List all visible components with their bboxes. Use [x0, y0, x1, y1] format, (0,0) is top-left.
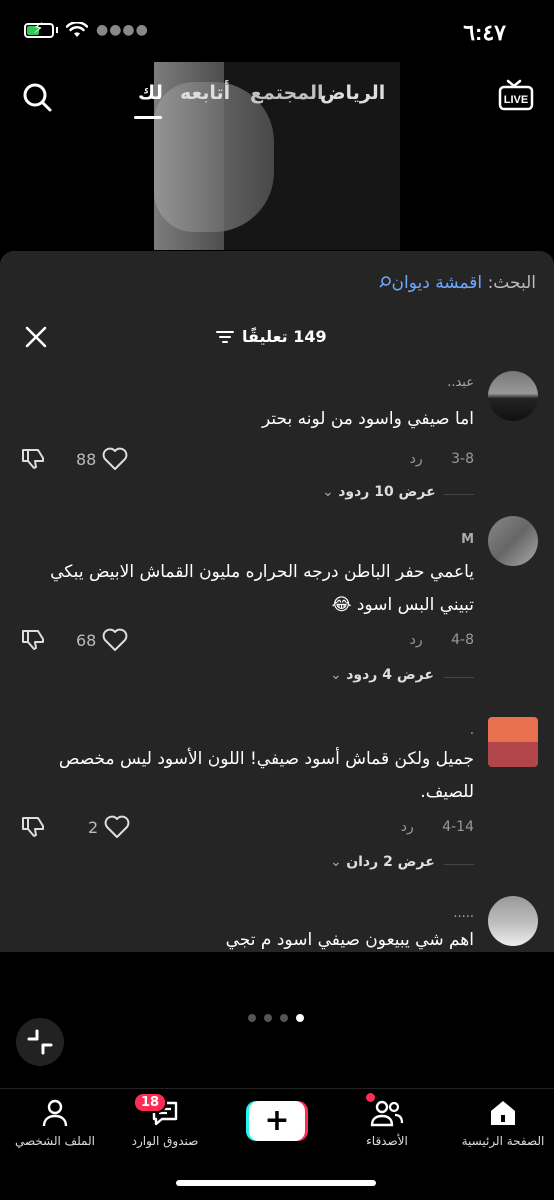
reply-button[interactable]: رد [410, 451, 423, 467]
comment-date: 4-14 [442, 819, 474, 835]
tab-for-you[interactable]: لك [138, 82, 163, 104]
heart-icon[interactable] [102, 628, 128, 652]
friends-icon [370, 1100, 404, 1127]
top-nav: الرياض المجتمع أتابعه لك LIVE [0, 76, 554, 119]
comment-username[interactable]: ..... [453, 906, 474, 921]
view-replies-button[interactable]: عرض 4 ردود ⌄ [330, 667, 434, 683]
like-group[interactable]: 68 [76, 628, 128, 652]
svg-text:LIVE: LIVE [504, 94, 528, 106]
inbox-badge: 18 [133, 1092, 168, 1113]
collapse-icon [27, 1029, 53, 1055]
search-label: البحث: [487, 273, 536, 293]
notification-dot [366, 1093, 375, 1102]
tab-community[interactable]: المجتمع [250, 82, 324, 104]
heart-icon[interactable] [104, 815, 130, 839]
comment-username[interactable]: عبد.. [447, 375, 474, 390]
heart-icon[interactable] [102, 447, 128, 471]
view-replies-button[interactable]: عرض 2 ردان ⌄ [330, 854, 435, 870]
comment-count: 149 تعليقًا [216, 327, 327, 346]
nav-friends[interactable]: الأصدقاء [332, 1099, 442, 1148]
like-count: 88 [76, 449, 97, 469]
comment-username[interactable]: M [461, 532, 474, 547]
active-tab-indicator [134, 116, 162, 119]
profile-icon [42, 1099, 68, 1127]
nav-friends-label: الأصدقاء [366, 1134, 408, 1148]
status-bar: ⚡ ●●●● ٦:٤٧ [0, 0, 554, 62]
page-indicator [248, 1014, 304, 1022]
home-icon [491, 1101, 515, 1125]
close-button[interactable] [22, 323, 50, 355]
comments-sheet: البحث: اقمشة ديوان 149 تعليقًا عبد.. اما… [0, 251, 554, 952]
reply-button[interactable]: رد [401, 819, 414, 835]
view-replies-button[interactable]: عرض 10 ردود ⌄ [322, 484, 436, 500]
comment-text: جميل ولكن قماش أسود صيفي! اللون الأسود ل… [58, 749, 474, 802]
nav-profile[interactable]: الملف الشخصي [0, 1099, 110, 1148]
comment-count-label: 149 تعليقًا [242, 327, 327, 346]
view-replies-label: عرض 2 ردان [346, 854, 435, 870]
create-button[interactable]: + [246, 1101, 308, 1141]
comment-date: 4-8 [451, 632, 474, 648]
signal-icon: ●●●● [96, 22, 149, 38]
home-indicator [176, 1180, 376, 1186]
nav-home-label: الصفحة الرئيسية [461, 1134, 545, 1148]
battery-icon: ⚡ [24, 20, 54, 38]
comment-text: اهم شي يبيعون صيفي اسود م تجي [225, 930, 474, 950]
view-replies-label: عرض 4 ردود [346, 667, 434, 683]
avatar[interactable] [488, 896, 538, 946]
comment-meta: 4-14 رد [401, 819, 474, 835]
search-icon [378, 276, 391, 288]
comment-text: ياعمي حفر الباطن درجه الحراره مليون القم… [50, 562, 474, 615]
reply-button[interactable]: رد [410, 632, 423, 648]
wifi-icon [66, 22, 88, 37]
sort-icon[interactable] [216, 330, 234, 344]
dislike-icon[interactable] [20, 447, 46, 475]
status-icons: ⚡ ●●●● [24, 20, 149, 38]
avatar[interactable] [488, 516, 538, 566]
comment-date: 3-8 [451, 451, 474, 467]
search-icon[interactable] [22, 82, 52, 116]
nav-profile-label: الملف الشخصي [15, 1134, 95, 1148]
comment-meta: 3-8 رد [410, 451, 474, 467]
tab-riyadh[interactable]: الرياض [320, 82, 385, 104]
live-icon[interactable]: LIVE [498, 78, 534, 118]
nav-inbox-label: صندوق الوارد [131, 1134, 199, 1148]
dislike-icon[interactable] [20, 628, 46, 656]
view-replies-label: عرض 10 ردود [338, 484, 436, 500]
status-time: ٦:٤٧ [463, 20, 506, 45]
tab-following[interactable]: أتابعه [180, 82, 230, 104]
comment-text: اما صيفي واسود من لونه بحتر [262, 409, 474, 429]
like-count: 2 [88, 817, 99, 837]
comment-meta: 4-8 رد [410, 632, 474, 648]
dislike-icon[interactable] [20, 815, 46, 843]
like-count: 68 [76, 630, 97, 650]
avatar[interactable] [488, 371, 538, 421]
like-group[interactable]: 88 [76, 447, 128, 471]
plus-icon: + [249, 1101, 305, 1141]
avatar[interactable] [488, 717, 538, 767]
comment-username[interactable]: . [470, 723, 474, 738]
collapse-button[interactable] [16, 1018, 64, 1066]
search-term[interactable]: اقمشة ديوان [392, 273, 483, 293]
like-group[interactable]: 2 [88, 815, 130, 839]
nav-home[interactable]: الصفحة الرئيسية [448, 1099, 554, 1148]
search-suggestion[interactable]: البحث: اقمشة ديوان [378, 273, 536, 293]
